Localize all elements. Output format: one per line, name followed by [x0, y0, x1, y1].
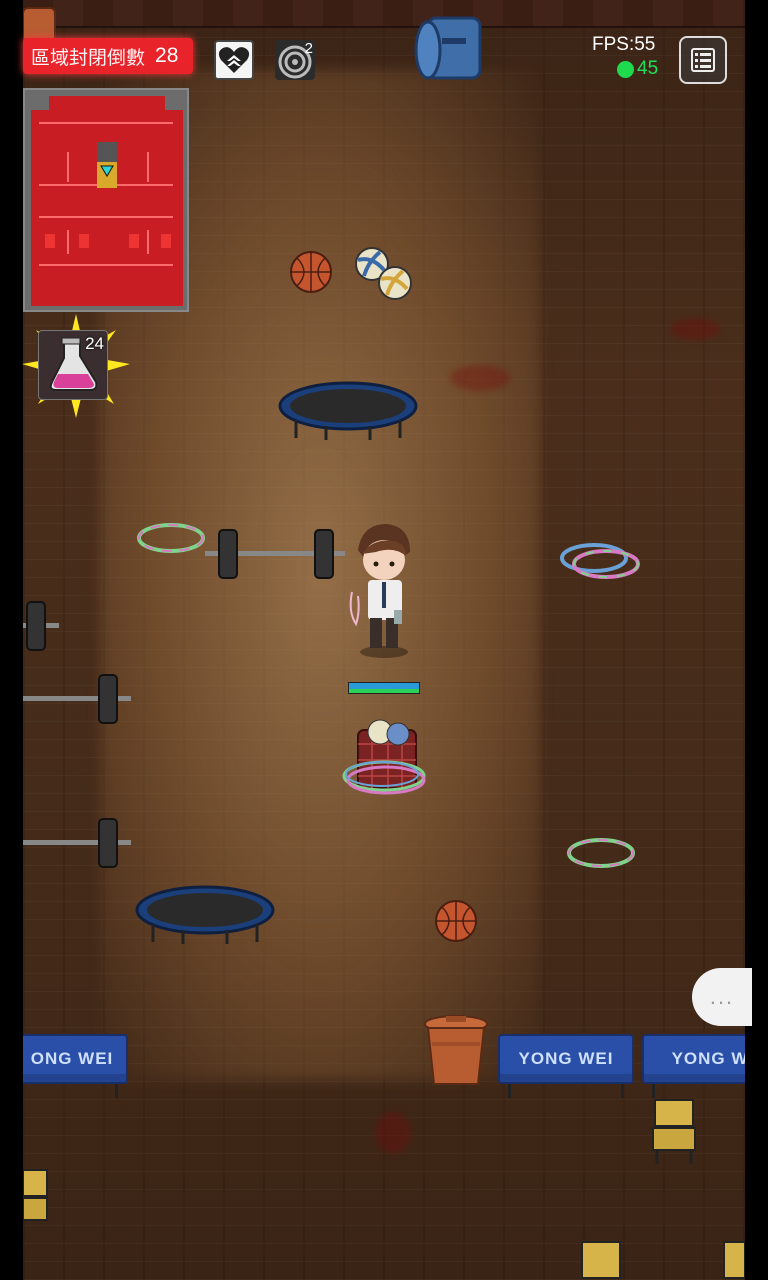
folding-chair [652, 1099, 696, 1164]
trampoline [135, 885, 275, 944]
blood-stain [375, 1112, 411, 1154]
equipment-cart [342, 719, 426, 795]
minimap-wall [147, 152, 149, 182]
zone-close-countdown: 區域封閉倒數 28 [23, 38, 193, 74]
ping-value: 45 [637, 58, 659, 79]
countdown-value: 28 [155, 44, 179, 67]
gym-back-wall [23, 0, 745, 28]
menu-button[interactable] [679, 36, 727, 84]
folding-chair [581, 1241, 621, 1279]
minimap-door [129, 234, 139, 248]
volleyball [378, 266, 412, 300]
fps-counter: FPS:55 [592, 34, 656, 55]
sponsor-banner: YONG WEI [498, 1034, 634, 1098]
barbell [23, 674, 131, 724]
minimap-room [31, 110, 183, 306]
blood-stain [670, 318, 720, 340]
folding-chair [723, 1241, 745, 1279]
letterbox-left [0, 0, 23, 1280]
minimap-wall [39, 264, 173, 266]
banner-text: ONG WEI [30, 1049, 114, 1068]
item-count: 24 [85, 334, 104, 353]
player-health-bar [348, 682, 420, 694]
heart-skill-button[interactable] [214, 40, 254, 80]
target-skill-button[interactable]: 2 [275, 40, 315, 80]
banner-text: YONG WEI [518, 1049, 614, 1068]
minimap-wall [67, 152, 69, 182]
player-character [349, 524, 410, 658]
letterbox-right [745, 0, 768, 1280]
barbell [205, 529, 345, 579]
folding-chair [23, 1169, 48, 1221]
minimap-door [45, 234, 55, 248]
hula-hoop [567, 838, 635, 868]
minimap-player-marker [97, 142, 117, 188]
ping-status-icon [617, 60, 634, 78]
chat-button[interactable]: ... [692, 968, 752, 1026]
ping-indicator: 45 [617, 58, 658, 80]
trash-bin-orange [424, 1015, 488, 1085]
chat-ellipsis: ... [709, 984, 735, 1009]
heart-icon [218, 47, 250, 73]
basketball [290, 251, 332, 293]
hula-hoop [137, 523, 205, 553]
trash-bin-blue [414, 16, 482, 80]
blood-stain [450, 365, 510, 391]
item-slot[interactable]: 24 [22, 314, 130, 418]
list-menu-icon [691, 48, 715, 72]
target-count: 2 [304, 40, 313, 57]
barbell [23, 601, 59, 651]
minimap-wall [39, 122, 173, 124]
hula-hoop-stack [560, 543, 640, 579]
banner-text: YONG W [671, 1049, 749, 1068]
minimap-wall [67, 230, 69, 254]
barbell [23, 818, 131, 868]
minimap-door [79, 234, 89, 248]
countdown-label: 區域封閉倒數 [31, 47, 146, 69]
basketball [435, 900, 477, 942]
minimap[interactable] [23, 88, 189, 312]
minimap-wall [147, 230, 149, 254]
minimap-door [161, 234, 171, 248]
trampoline [278, 381, 418, 440]
player-health-fill [349, 689, 419, 693]
minimap-wall [39, 216, 173, 218]
